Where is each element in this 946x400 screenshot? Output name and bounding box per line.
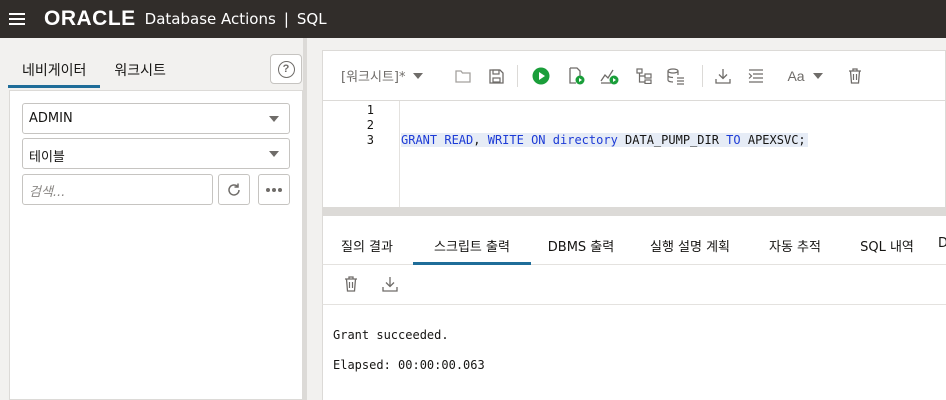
download-button[interactable]: [713, 67, 733, 85]
clear-output-button[interactable]: [341, 275, 361, 293]
search-input[interactable]: 검색...: [22, 174, 213, 205]
folder-icon: [455, 70, 471, 83]
help-icon: ?: [277, 60, 295, 78]
object-type-select-value: 테이블: [29, 150, 65, 165]
download-icon: [382, 277, 398, 292]
product-name: Database Actions: [144, 10, 276, 28]
panel-splitter[interactable]: [303, 38, 307, 400]
code-token: DATA_PUMP_DIR: [617, 133, 727, 147]
worksheet-toolbar: [워크시트]* Aa: [322, 50, 946, 100]
code-token: TO: [726, 133, 741, 147]
tab-autotrace[interactable]: 자동 추적: [755, 216, 835, 265]
code-token: ON: [531, 133, 546, 147]
more-options-button[interactable]: [258, 174, 290, 205]
code-token: APEXSVC;: [740, 133, 806, 147]
output-toolbar: [322, 265, 946, 305]
sql-tuning-button[interactable]: [666, 67, 686, 85]
toolbar-divider: [702, 65, 703, 87]
tab-sql-history[interactable]: SQL 내역: [846, 216, 928, 265]
tab-explain-plan[interactable]: 실행 설명 계획: [633, 216, 747, 265]
oracle-logo: ORACLE: [44, 7, 136, 30]
run-statement-button[interactable]: [531, 67, 551, 85]
download-icon: [715, 69, 731, 84]
open-button[interactable]: [453, 67, 473, 85]
font-icon: Aa: [787, 68, 805, 84]
refresh-icon: [228, 183, 240, 196]
script-output: Grant succeeded. Elapsed: 00:00:00.063: [322, 305, 946, 400]
schema-select[interactable]: ADMIN: [22, 103, 290, 134]
tab-navigator[interactable]: 네비게이터: [8, 52, 101, 88]
chevron-down-icon: [269, 116, 279, 122]
format-button[interactable]: [746, 67, 766, 85]
chevron-down-icon: [269, 151, 279, 157]
explain-plan-icon: [599, 69, 618, 85]
tab-overflow[interactable]: D: [937, 216, 946, 265]
trash-icon: [849, 68, 861, 84]
navigator-tabs: 네비게이터 워크시트: [8, 52, 180, 88]
navigator-body: ADMIN 테이블 검색...: [9, 90, 303, 400]
worksheet-name-dropdown[interactable]: [워크시트]*: [341, 66, 424, 85]
chevron-down-icon: [413, 72, 424, 79]
code-token: ,: [473, 133, 488, 147]
hamburger-menu-icon[interactable]: [9, 13, 25, 25]
brand: ORACLE Database Actions | SQL: [44, 7, 327, 31]
editor-output-splitter[interactable]: [322, 208, 946, 216]
object-type-select[interactable]: 테이블: [22, 138, 290, 169]
section-name: SQL: [296, 10, 327, 28]
output-line: Grant succeeded.: [333, 328, 449, 342]
tab-worksheets[interactable]: 워크시트: [100, 52, 180, 88]
tab-script-output[interactable]: 스크립트 출력: [413, 216, 531, 265]
line-number: 3: [366, 133, 374, 147]
line-number-gutter: 1 2 3: [323, 101, 400, 207]
tab-query-result[interactable]: 질의 결과: [323, 216, 411, 265]
save-button[interactable]: [486, 67, 506, 85]
run-statement-icon: [532, 67, 550, 85]
sql-statement: GRANT READ, WRITE ON directory DATA_PUMP…: [401, 133, 808, 147]
autotrace-button[interactable]: [634, 67, 654, 85]
download-output-button[interactable]: [380, 275, 400, 293]
worksheet-name: [워크시트]*: [341, 70, 406, 85]
autotrace-icon: [635, 68, 652, 84]
code-token: GRANT: [401, 133, 438, 147]
explain-plan-button[interactable]: [599, 67, 619, 85]
navigator-panel: 네비게이터 워크시트 ? ADMIN 테이블 검색...: [0, 38, 307, 400]
font-size-dropdown[interactable]: Aa: [783, 67, 827, 85]
more-icon: [266, 187, 282, 192]
code-token: READ: [444, 133, 474, 147]
top-header: ORACLE Database Actions | SQL: [0, 0, 946, 38]
line-number: 1: [366, 103, 374, 117]
line-number: 2: [366, 118, 374, 132]
code-token: directory: [552, 133, 618, 147]
trash-icon: [345, 276, 357, 292]
run-script-icon: [569, 67, 585, 85]
code-token: WRITE: [487, 133, 524, 147]
schema-select-value: ADMIN: [29, 111, 73, 126]
run-script-button[interactable]: [566, 67, 586, 85]
save-icon: [488, 68, 504, 84]
format-icon: [748, 69, 763, 83]
clear-button[interactable]: [845, 67, 865, 85]
toolbar-divider: [517, 65, 518, 87]
output-tabs: 질의 결과 스크립트 출력 DBMS 출력 실행 설명 계획 자동 추적 SQL…: [322, 216, 946, 265]
tab-dbms-output[interactable]: DBMS 출력: [535, 216, 627, 265]
refresh-button[interactable]: [218, 174, 250, 205]
output-line: Elapsed: 00:00:00.063: [333, 358, 485, 372]
header-separator: |: [283, 10, 289, 28]
sql-editor[interactable]: 1 2 3 GRANT READ, WRITE ON directory DAT…: [322, 100, 946, 208]
chevron-down-icon: [812, 73, 823, 79]
sql-tuning-icon: [667, 67, 684, 85]
worksheet-panel: [워크시트]* Aa 1 2 3 GRANT READ, WRITE ON di…: [315, 38, 946, 400]
help-button[interactable]: ?: [270, 54, 302, 84]
